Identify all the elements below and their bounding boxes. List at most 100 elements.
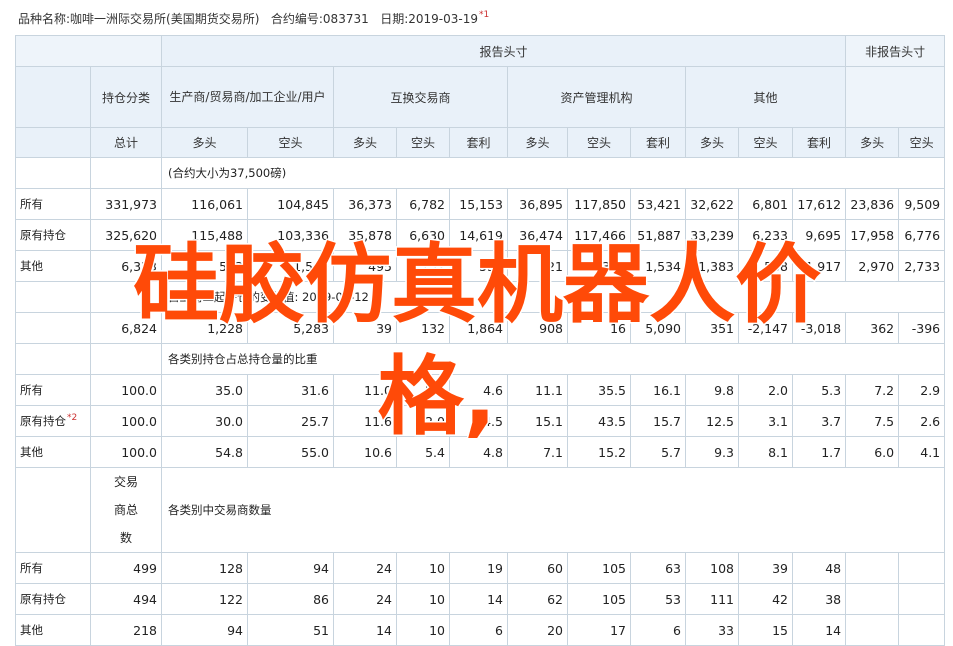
- value-cell: 6: [449, 614, 508, 646]
- value-cell: 4.5: [449, 405, 508, 437]
- value-cell: 20: [507, 614, 568, 646]
- value-cell: 5.4: [396, 436, 450, 468]
- value-cell: 39: [738, 552, 793, 584]
- value-cell: 32,622: [685, 188, 739, 220]
- row-label-text: 原有持仓: [20, 414, 66, 428]
- value-cell: 7.1: [507, 436, 568, 468]
- value-cell: 9,695: [791, 219, 847, 251]
- value-cell: 908: [507, 312, 568, 344]
- table-row: 所有 499 128 94 24 10 19 60 105 63 108 39 48: [15, 552, 946, 584]
- value-cell: [898, 552, 946, 584]
- total-header: 总计: [90, 127, 162, 158]
- value-cell: 39: [333, 312, 397, 344]
- value-cell: 494: [90, 583, 162, 615]
- header-row-groups: 报告头寸 非报告头寸: [15, 35, 946, 67]
- value-cell: 2.0: [738, 374, 793, 406]
- value-cell: 4.8: [449, 436, 508, 468]
- value-cell: 10.6: [333, 436, 397, 468]
- section-title-row: (合约大小为37,500磅): [15, 157, 946, 189]
- value-cell: 36,474: [507, 219, 568, 251]
- value-cell: [845, 614, 900, 646]
- section-title: (合约大小为37,500磅): [160, 157, 946, 189]
- value-cell: 23,836: [845, 188, 900, 220]
- header-row-positions: 总计 多头 空头 多头 空头 套利 多头 空头 套利 多头 空头 套利 多头 空…: [15, 127, 946, 158]
- section-title: 各类别持仓占总持仓量的比重: [160, 343, 946, 375]
- header-corner: [15, 35, 162, 67]
- value-cell: 1,534: [630, 250, 686, 282]
- value-cell: 534: [449, 250, 508, 282]
- value-cell: 6,776: [898, 219, 946, 251]
- section-title-row: 交易商总数 各类别中交易商数量: [15, 467, 946, 553]
- row-label-text: 其他: [20, 445, 43, 459]
- row-label-text: 其他: [20, 623, 43, 637]
- value-cell: 86: [247, 583, 334, 615]
- report-date: 日期:2019-03-19: [380, 12, 478, 26]
- value-cell: 6,630: [396, 219, 450, 251]
- row-label-text: 所有: [20, 383, 43, 397]
- row-label-text: 所有: [20, 561, 43, 575]
- value-cell: 43.5: [567, 405, 631, 437]
- section-title-row: 各类别持仓占总持仓量的比重: [15, 343, 946, 375]
- value-cell: 48: [791, 552, 847, 584]
- reported-positions-header: 报告头寸: [160, 35, 847, 67]
- value-cell: 2.0: [396, 374, 450, 406]
- section-left-blank: [15, 467, 91, 553]
- holding-category-header: 持仓分类: [90, 66, 162, 128]
- value-cell: 9.8: [685, 374, 739, 406]
- value-cell: 108: [685, 552, 739, 584]
- value-cell: 421: [507, 250, 568, 282]
- value-cell: 15.2: [567, 436, 631, 468]
- value-cell: 10: [396, 614, 450, 646]
- value-cell: 35,878: [333, 219, 397, 251]
- product-name: 品种名称:咖啡一洲际交易所(美国期货交易所): [18, 12, 260, 26]
- value-cell: -2,147: [738, 312, 793, 344]
- value-cell: 568: [738, 250, 793, 282]
- row-label: 所有: [15, 552, 91, 584]
- value-cell: 14: [449, 583, 508, 615]
- value-cell: 100.0: [90, 436, 162, 468]
- row-label-text: 所有: [20, 197, 43, 211]
- value-cell: 14: [333, 614, 397, 646]
- value-cell: 14,619: [449, 219, 508, 251]
- value-cell: [845, 583, 900, 615]
- value-cell: 5,283: [247, 312, 334, 344]
- value-cell: 5.7: [630, 436, 686, 468]
- value-cell: 1,228: [161, 312, 248, 344]
- row-label-text: 其他: [20, 259, 43, 273]
- swap-dealer-header: 互换交易商: [333, 66, 508, 128]
- value-cell: 351: [685, 312, 739, 344]
- value-cell: 105: [567, 552, 631, 584]
- value-cell: 9.3: [685, 436, 739, 468]
- value-cell: 100.0: [90, 405, 162, 437]
- value-cell: [898, 583, 946, 615]
- value-cell: 384: [567, 250, 631, 282]
- nonreported-positions-header: 非报告头寸: [845, 35, 946, 67]
- section-title-row: 自上周二起持仓的变化值: 2019-03-12: [15, 281, 946, 313]
- value-cell: 11.6: [333, 405, 397, 437]
- value-cell: [845, 552, 900, 584]
- row-label: 其他: [15, 250, 91, 282]
- table-row: 其他 218 94 51 14 10 6 20 17 6 33 15 14: [15, 614, 946, 646]
- row-label: [15, 312, 91, 344]
- value-cell: 15: [738, 614, 793, 646]
- managed-short-header: 空头: [567, 127, 631, 158]
- value-cell: 2,970: [845, 250, 900, 282]
- table-body: (合约大小为37,500磅) 所有 331,973 116,061 104,845 36,…: [15, 157, 946, 646]
- row-footnote-marker: *2: [67, 413, 78, 423]
- row-label: 原有持仓*2: [15, 405, 91, 437]
- value-cell: 6,801: [738, 188, 793, 220]
- value-cell: 10: [396, 583, 450, 615]
- value-cell: 6,233: [738, 219, 793, 251]
- value-cell: 51,887: [630, 219, 686, 251]
- value-cell: 128: [161, 552, 248, 584]
- value-cell: 103,336: [247, 219, 334, 251]
- value-cell: 19: [449, 552, 508, 584]
- cot-report-table: 报告头寸 非报告头寸 持仓分类 生产商/贸易商/加工企业/用户 互换交易商 资产…: [15, 35, 946, 646]
- nonreported-blank-header: [845, 66, 946, 128]
- value-cell: 54.8: [161, 436, 248, 468]
- value-cell: 11.0: [333, 374, 397, 406]
- value-cell: 1.7: [791, 436, 847, 468]
- header-row-traders: 持仓分类 生产商/贸易商/加工企业/用户 互换交易商 资产管理机构 其他: [15, 66, 946, 128]
- value-cell: 55.0: [247, 436, 334, 468]
- value-cell: 17,958: [845, 219, 900, 251]
